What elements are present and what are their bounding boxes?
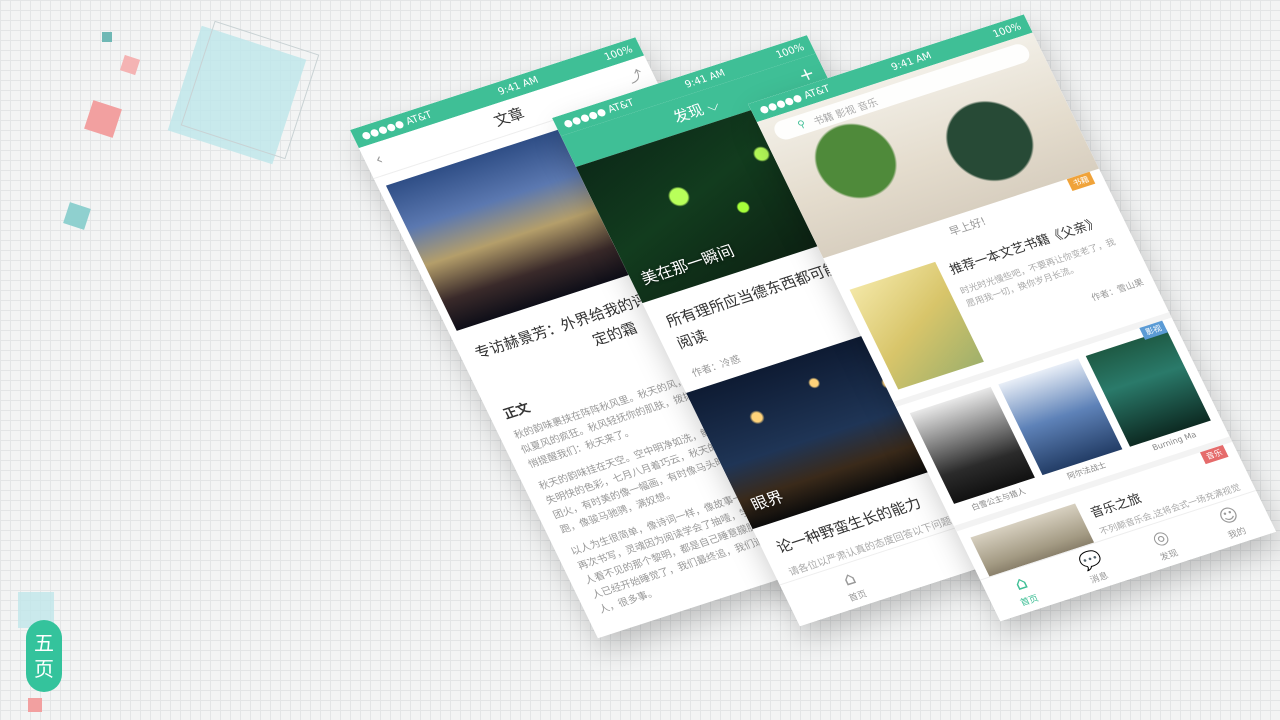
decor-square-bottom-pink	[28, 698, 42, 712]
brand-badge: 五 页	[26, 620, 62, 692]
search-icon: ⚲	[795, 118, 808, 131]
decor-square-pink-small	[119, 54, 141, 76]
feature-overlay-text: 眼界	[747, 487, 787, 515]
decor-square-pink	[84, 100, 122, 138]
tab-home[interactable]: ⌂ 首页	[836, 567, 869, 604]
share-icon[interactable]: ⤴	[624, 64, 646, 86]
tab-discover[interactable]: ◎ 发现	[1148, 526, 1181, 563]
tab-home[interactable]: ⌂ 首页	[1008, 571, 1041, 608]
tab-profile[interactable]: ☺ 我的	[1215, 504, 1248, 542]
badge-char-2: 页	[34, 657, 54, 681]
nav-title: 文章	[490, 104, 528, 131]
back-icon[interactable]: ‹	[371, 149, 386, 168]
badge-char-1: 五	[34, 631, 54, 655]
tab-messages[interactable]: 💬 消息	[1076, 548, 1113, 587]
decor-square-teal	[63, 202, 91, 230]
decor-square-teal-small	[102, 32, 112, 42]
